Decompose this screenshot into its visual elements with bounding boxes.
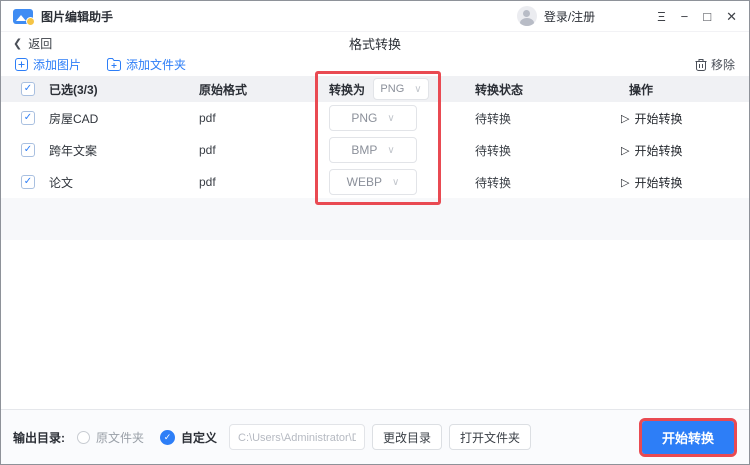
target-format-value: PNG xyxy=(351,111,378,125)
chevron-down-icon: ∨ xyxy=(387,112,395,124)
login-button[interactable]: 登录/注册 xyxy=(516,6,596,26)
remove-label: 移除 xyxy=(710,57,735,72)
status-text: 待转换 xyxy=(475,175,512,190)
chevron-down-icon: ∨ xyxy=(414,83,422,95)
play-icon: ▷ xyxy=(621,112,630,125)
app-title: 图片编辑助手 xyxy=(41,9,114,24)
maximize-button[interactable]: □ xyxy=(703,10,711,23)
app-logo-icon xyxy=(13,8,35,26)
output-dir-label: 输出目录: xyxy=(13,430,65,445)
target-format-value: WEBP xyxy=(346,175,382,189)
back-label: 返回 xyxy=(28,36,53,51)
add-folder-button[interactable]: 添加文件夹 xyxy=(107,56,186,73)
footer-bar: 输出目录: 原文件夹 ✓ 自定义 更改目录 打开文件夹 开始转换 xyxy=(1,409,749,464)
target-format-value: BMP xyxy=(351,143,378,157)
close-button[interactable]: ✕ xyxy=(726,10,737,23)
table-row: ✓ 跨年文案 pdf BMP ∨ 待转换 ▷ 开始转换 xyxy=(1,134,749,166)
table-row: ✓ 房屋CAD pdf PNG ∨ 待转换 ▷ 开始转换 xyxy=(1,102,749,134)
check-icon: ✓ xyxy=(23,176,33,187)
start-row-convert-label: 开始转换 xyxy=(634,175,683,190)
back-chevron-icon: ❮ xyxy=(13,37,23,50)
add-image-label: 添加图片 xyxy=(33,57,82,72)
start-row-convert-button[interactable]: ▷ 开始转换 xyxy=(619,142,737,159)
minimize-button[interactable]: − xyxy=(681,10,689,23)
open-folder-button[interactable]: 打开文件夹 xyxy=(449,424,532,450)
header-action: 操作 xyxy=(629,82,654,97)
source-format: pdf xyxy=(199,111,216,125)
start-row-convert-label: 开始转换 xyxy=(634,143,683,158)
header-source-format: 原始格式 xyxy=(199,82,248,97)
row-checkbox[interactable]: ✓ xyxy=(21,111,35,125)
custom-folder-label: 自定义 xyxy=(181,430,218,445)
row-checkbox[interactable]: ✓ xyxy=(21,175,35,189)
check-icon: ✓ xyxy=(23,83,33,94)
add-folder-label: 添加文件夹 xyxy=(126,57,187,72)
window-controls: Ξ − □ ✕ xyxy=(657,10,737,23)
output-path-input[interactable] xyxy=(229,424,366,450)
chevron-down-icon: ∨ xyxy=(392,176,400,188)
header-selected-count: 已选(3/3) xyxy=(49,82,98,97)
window-menu-icon[interactable]: Ξ xyxy=(657,10,665,23)
table-row: ✓ 论文 pdf WEBP ∨ 待转换 ▷ 开始转换 xyxy=(1,166,749,198)
toolbar: 添加图片 添加文件夹 移除 xyxy=(1,54,749,74)
empty-row-band xyxy=(1,198,749,240)
status-text: 待转换 xyxy=(475,143,512,158)
convert-all-dropdown[interactable]: PNG ∨ xyxy=(373,78,430,100)
chevron-down-icon: ∨ xyxy=(387,144,395,156)
start-highlight-outline: 开始转换 xyxy=(638,417,737,457)
file-name: 跨年文案 xyxy=(49,143,98,158)
target-format-dropdown[interactable]: PNG ∨ xyxy=(329,105,417,131)
change-dir-button[interactable]: 更改目录 xyxy=(372,424,443,450)
target-format-dropdown[interactable]: WEBP ∨ xyxy=(329,169,417,195)
radio-unchecked-icon xyxy=(77,430,90,444)
check-icon: ✓ xyxy=(163,431,172,442)
trash-icon xyxy=(695,58,707,71)
check-icon: ✓ xyxy=(23,144,33,155)
titlebar: 图片编辑助手 登录/注册 Ξ − □ ✕ xyxy=(1,1,749,32)
play-icon: ▷ xyxy=(621,144,630,157)
user-avatar-icon xyxy=(516,6,537,26)
original-folder-label: 原文件夹 xyxy=(96,430,145,445)
remove-button[interactable]: 移除 xyxy=(695,56,735,73)
start-row-convert-button[interactable]: ▷ 开始转换 xyxy=(619,174,737,191)
add-image-button[interactable]: 添加图片 xyxy=(15,56,81,73)
start-row-convert-button[interactable]: ▷ 开始转换 xyxy=(619,110,737,127)
select-all-checkbox[interactable]: ✓ xyxy=(21,82,35,96)
nav-bar: ❮ 返回 格式转换 xyxy=(1,32,749,54)
header-status: 转换状态 xyxy=(475,82,524,97)
add-image-icon xyxy=(15,57,28,71)
source-format: pdf xyxy=(199,175,216,189)
radio-checked-icon: ✓ xyxy=(160,429,176,445)
play-icon: ▷ xyxy=(621,176,630,189)
app-window: 图片编辑助手 登录/注册 Ξ − □ ✕ ❮ 返回 格式转换 添加图片 添加文件… xyxy=(0,0,750,465)
file-name: 论文 xyxy=(49,175,74,190)
start-row-convert-label: 开始转换 xyxy=(634,111,683,126)
source-format: pdf xyxy=(199,143,216,157)
original-folder-option[interactable]: 原文件夹 xyxy=(77,429,144,446)
table-header: ✓ 已选(3/3) 原始格式 转换为 PNG ∨ 转换状态 操作 xyxy=(1,76,749,102)
back-button[interactable]: ❮ 返回 xyxy=(13,35,52,52)
file-name: 房屋CAD xyxy=(49,111,99,126)
header-convert-to: 转换为 xyxy=(329,82,366,97)
target-format-dropdown[interactable]: BMP ∨ xyxy=(329,137,417,163)
convert-all-value: PNG xyxy=(380,83,405,95)
login-label: 登录/注册 xyxy=(543,9,596,24)
add-folder-icon xyxy=(107,57,122,71)
custom-folder-option[interactable]: ✓ 自定义 xyxy=(160,429,217,446)
status-text: 待转换 xyxy=(475,111,512,126)
check-icon: ✓ xyxy=(23,112,33,123)
row-checkbox[interactable]: ✓ xyxy=(21,143,35,157)
page-title: 格式转换 xyxy=(348,36,401,52)
start-convert-button[interactable]: 开始转换 xyxy=(641,420,734,454)
